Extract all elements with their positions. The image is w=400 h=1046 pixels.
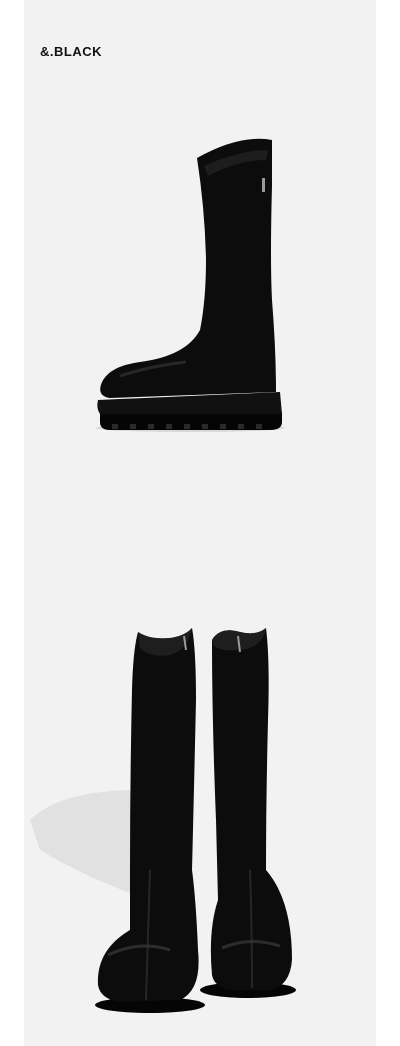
boot-side-view-image bbox=[95, 138, 285, 432]
product-photos bbox=[30, 138, 296, 1013]
boots-front-view-image bbox=[30, 628, 296, 1013]
